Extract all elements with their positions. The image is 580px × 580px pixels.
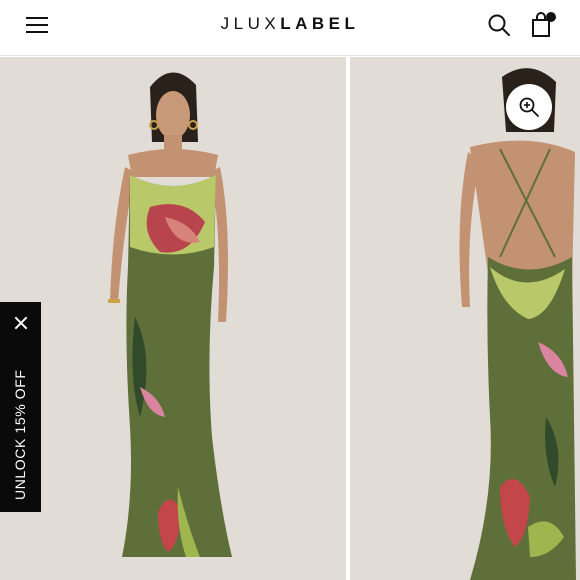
close-icon[interactable] [14,316,28,330]
search-icon[interactable] [486,12,512,38]
site-header: JLUXLABEL [0,0,580,56]
product-photo-back[interactable] [350,57,580,580]
product-gallery[interactable] [0,57,580,580]
zoom-in-icon[interactable] [506,84,552,130]
shopping-bag-icon[interactable] [528,10,558,40]
logo-light-text: JLUX [220,14,281,33]
discount-promo-tab[interactable]: UNLOCK 15% OFF [0,302,41,512]
cart-badge [546,12,556,22]
product-photo-front[interactable] [0,57,346,580]
logo-bold-text: LABEL [280,14,360,33]
promo-label[interactable]: UNLOCK 15% OFF [12,369,28,500]
